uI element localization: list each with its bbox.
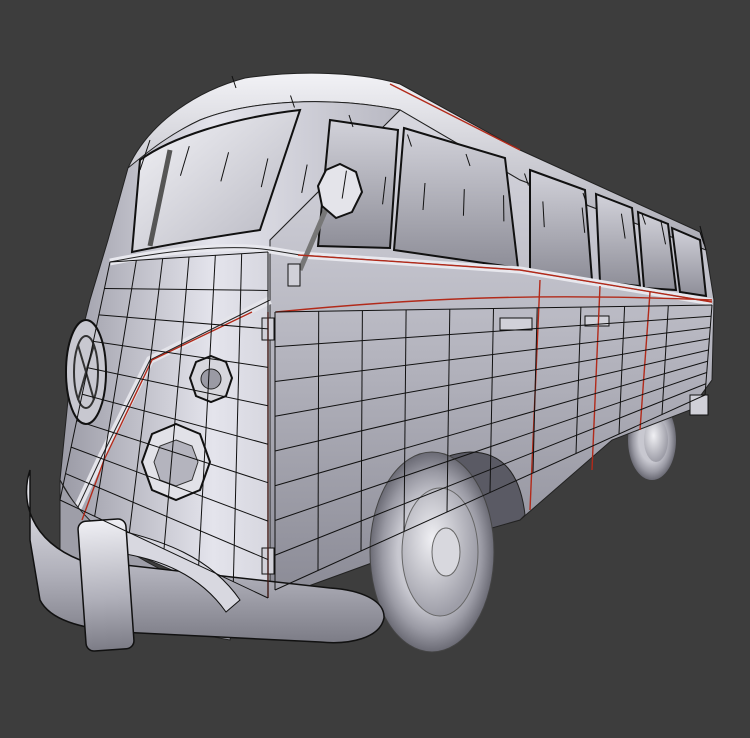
front-emblem [65,319,107,425]
headlight [140,422,212,502]
turn-signal-light [188,354,234,404]
3d-viewport[interactable] [0,0,750,738]
van-mesh-render[interactable] [0,0,750,738]
